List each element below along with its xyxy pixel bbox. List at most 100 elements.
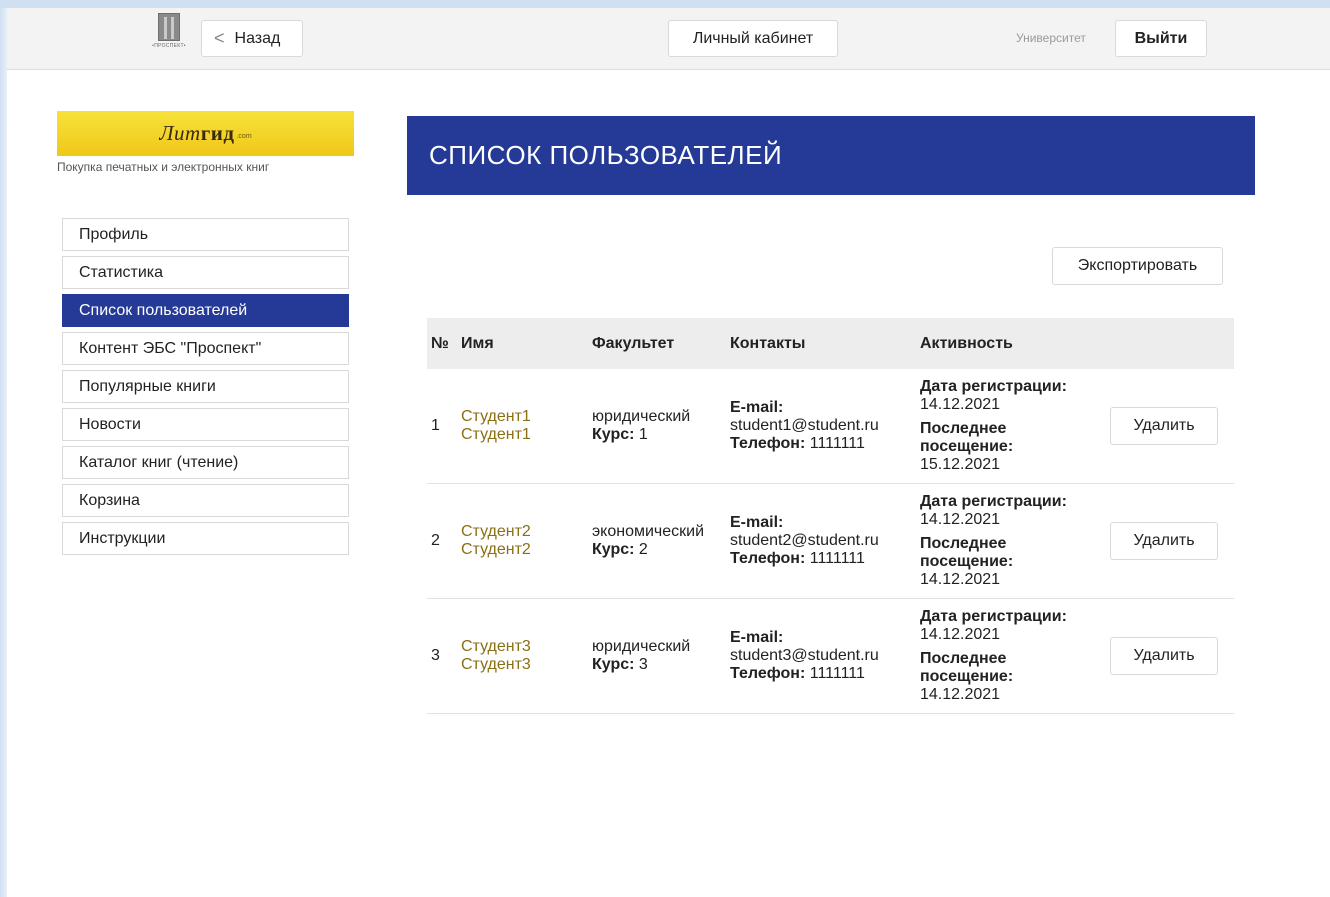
phone-value: 1111111 — [809, 550, 865, 567]
sidebar-menu: Профиль Статистика Список пользователей … — [62, 218, 349, 560]
table-row: 2 Студент2 Студент2 экономический Курс: … — [427, 484, 1234, 599]
course-label: Курс: — [592, 426, 635, 443]
user-contacts: E-mail: student2@student.ru Телефон: 111… — [730, 514, 879, 568]
prospekt-logo[interactable]: •ПРОСПЕКТ• — [143, 13, 195, 53]
course-line: Курс: 1 — [592, 426, 690, 444]
sidebar-item-news[interactable]: Новости — [62, 408, 349, 441]
row-number: 1 — [431, 417, 440, 434]
email-value: student2@student.ru — [730, 532, 879, 549]
banner-bold: гид — [200, 121, 235, 145]
row-number: 3 — [431, 647, 440, 664]
last-visit-value: 14.12.2021 — [920, 686, 1001, 703]
course-value: 1 — [638, 426, 648, 443]
course-value: 3 — [638, 656, 648, 673]
user-faculty: юридический Курс: 1 — [592, 408, 690, 444]
banner-logo: Литгид — [159, 121, 234, 146]
last-visit-label: Последнее посещение: — [920, 650, 1014, 685]
back-button-label: Назад — [234, 29, 281, 47]
email-label: E-mail: — [730, 514, 784, 531]
phone-value: 1111111 — [809, 665, 865, 682]
table-row: 1 Студент1 Студент1 юридический Курс: 1 … — [427, 369, 1234, 484]
chevron-left-icon: < — [214, 28, 225, 48]
user-first-name: Студент1 — [461, 408, 531, 425]
user-last-name: Студент3 — [461, 656, 531, 673]
delete-button[interactable]: Удалить — [1110, 407, 1218, 445]
export-button[interactable]: Экспортировать — [1052, 247, 1223, 285]
litgid-banner[interactable]: Литгид .com — [57, 111, 354, 156]
user-faculty: юридический Курс: 3 — [592, 638, 690, 674]
delete-button[interactable]: Удалить — [1110, 522, 1218, 560]
user-activity: Дата регистрации: 14.12.2021 Последнее п… — [920, 493, 1067, 589]
sidebar-item-popular-books[interactable]: Популярные книги — [62, 370, 349, 403]
registered-value: 14.12.2021 — [920, 511, 1001, 528]
sidebar-item-catalog[interactable]: Каталог книг (чтение) — [62, 446, 349, 479]
users-table: № Имя Факультет Контакты Активность 1 Ст… — [427, 318, 1234, 714]
user-name-link[interactable]: Студент3 Студент3 — [461, 638, 531, 674]
page-title: СПИСОК ПОЛЬЗОВАТЕЛЕЙ — [407, 116, 1255, 195]
course-label: Курс: — [592, 656, 635, 673]
registered-value: 14.12.2021 — [920, 626, 1001, 643]
last-visit-label: Последнее посещение: — [920, 420, 1014, 455]
personal-cabinet-button[interactable]: Личный кабинет — [668, 20, 838, 57]
email-value: student3@student.ru — [730, 647, 879, 664]
banner-script: Лит — [159, 121, 201, 145]
course-value: 2 — [638, 541, 648, 558]
phone-label: Телефон: — [730, 665, 806, 682]
table-row: 3 Студент3 Студент3 юридический Курс: 3 … — [427, 599, 1234, 714]
user-first-name: Студент3 — [461, 638, 531, 655]
registered-value: 14.12.2021 — [920, 396, 1001, 413]
phone-line: Телефон: 1111111 — [730, 665, 879, 683]
sidebar-item-instructions[interactable]: Инструкции — [62, 522, 349, 555]
building-icon — [158, 13, 180, 41]
user-activity: Дата регистрации: 14.12.2021 Последнее п… — [920, 608, 1067, 704]
back-button[interactable]: < Назад — [201, 20, 303, 57]
sidebar-item-profile[interactable]: Профиль — [62, 218, 349, 251]
email-value: student1@student.ru — [730, 417, 879, 434]
registered-label: Дата регистрации: — [920, 378, 1067, 395]
registered-label: Дата регистрации: — [920, 608, 1067, 625]
column-header-contacts: Контакты — [730, 334, 806, 352]
user-last-name: Студент1 — [461, 426, 531, 443]
user-name-link[interactable]: Студент1 Студент1 — [461, 408, 531, 444]
table-header: № Имя Факультет Контакты Активность — [427, 318, 1234, 369]
row-number: 2 — [431, 532, 440, 549]
course-line: Курс: 3 — [592, 656, 690, 674]
phone-value: 1111111 — [809, 435, 865, 452]
column-header-faculty: Факультет — [592, 334, 675, 352]
user-first-name: Студент2 — [461, 523, 531, 540]
banner-domain: .com — [236, 133, 252, 140]
faculty-value: экономический — [592, 523, 705, 540]
column-header-name: Имя — [461, 334, 494, 352]
sidebar-item-statistics[interactable]: Статистика — [62, 256, 349, 289]
user-contacts: E-mail: student1@student.ru Телефон: 111… — [730, 399, 879, 453]
column-header-num: № — [431, 334, 449, 352]
phone-label: Телефон: — [730, 435, 806, 452]
phone-label: Телефон: — [730, 550, 806, 567]
last-visit-value: 15.12.2021 — [920, 456, 1001, 473]
logout-button[interactable]: Выйти — [1115, 20, 1207, 57]
delete-button[interactable]: Удалить — [1110, 637, 1218, 675]
user-faculty: экономический Курс: 2 — [592, 523, 704, 559]
column-header-activity: Активность — [920, 334, 1013, 352]
course-line: Курс: 2 — [592, 541, 704, 559]
window-top-strip — [0, 0, 1330, 8]
faculty-value: юридический — [592, 638, 691, 655]
sidebar-item-cart[interactable]: Корзина — [62, 484, 349, 517]
faculty-value: юридический — [592, 408, 691, 425]
university-label: Университет — [1016, 31, 1086, 45]
user-contacts: E-mail: student3@student.ru Телефон: 111… — [730, 629, 879, 683]
sidebar-item-users[interactable]: Список пользователей — [62, 294, 349, 327]
logo-text: •ПРОСПЕКТ• — [152, 43, 186, 49]
course-label: Курс: — [592, 541, 635, 558]
registered-label: Дата регистрации: — [920, 493, 1067, 510]
phone-line: Телефон: 1111111 — [730, 550, 879, 568]
last-visit-label: Последнее посещение: — [920, 535, 1014, 570]
user-name-link[interactable]: Студент2 Студент2 — [461, 523, 531, 559]
sidebar-item-ebs-content[interactable]: Контент ЭБС "Проспект" — [62, 332, 349, 365]
email-label: E-mail: — [730, 629, 784, 646]
banner-tagline: Покупка печатных и электронных книг — [57, 160, 270, 174]
email-label: E-mail: — [730, 399, 784, 416]
last-visit-value: 14.12.2021 — [920, 571, 1001, 588]
user-last-name: Студент2 — [461, 541, 531, 558]
user-activity: Дата регистрации: 14.12.2021 Последнее п… — [920, 378, 1067, 474]
